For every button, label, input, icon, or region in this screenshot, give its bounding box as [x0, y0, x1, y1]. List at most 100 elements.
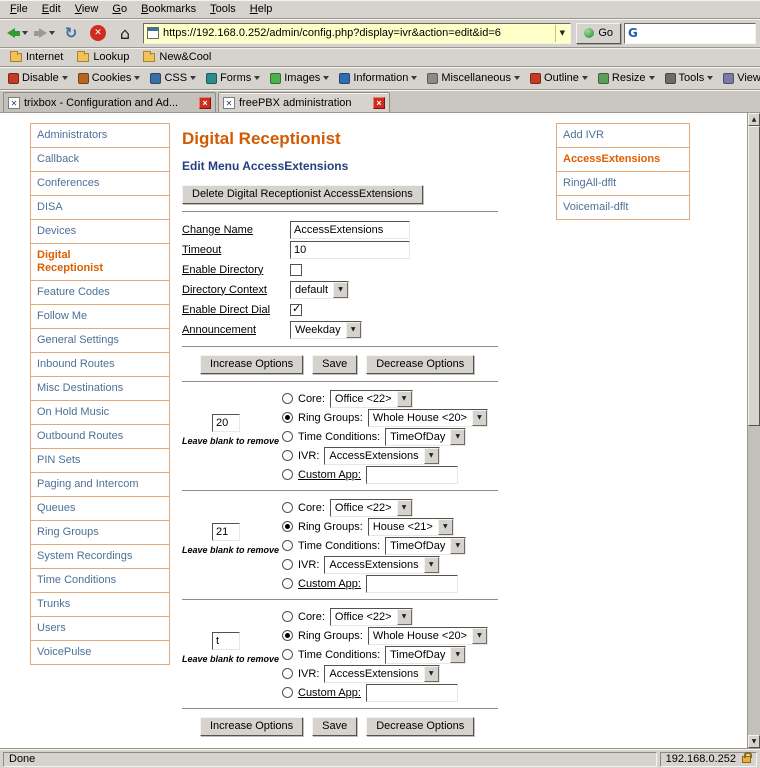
menu-tools[interactable]: Tools: [203, 1, 243, 18]
sidebar-item-follow-me[interactable]: Follow Me: [30, 304, 170, 329]
directory-context-select[interactable]: default ▼: [290, 281, 349, 299]
sidebar-item-paging-and-intercom[interactable]: Paging and Intercom: [30, 472, 170, 497]
option-select-ring-groups[interactable]: House <21>▼: [368, 518, 454, 536]
digit-input[interactable]: [212, 414, 240, 432]
decrease-options-button[interactable]: Decrease Options: [366, 355, 474, 374]
ivr-nav-item-add-ivr[interactable]: Add IVR: [556, 123, 690, 148]
scroll-down-icon[interactable]: ▼: [748, 735, 760, 748]
scrollbar-thumb[interactable]: [748, 126, 760, 426]
sidebar-item-users[interactable]: Users: [30, 616, 170, 641]
ivr-nav-item-ringall-dflt[interactable]: RingAll-dflt: [556, 171, 690, 196]
option-radio[interactable]: [282, 431, 293, 442]
tab-trixbox-configuration-an[interactable]: ✕trixbox - Configuration and Ad...×: [3, 92, 216, 112]
option-radio[interactable]: [282, 393, 293, 404]
menu-file[interactable]: File: [3, 1, 35, 18]
go-button[interactable]: Go: [576, 23, 621, 44]
digit-input[interactable]: [212, 523, 240, 541]
back-button[interactable]: [4, 22, 30, 45]
option-select-ring-groups[interactable]: Whole House <20>▼: [368, 409, 488, 427]
enable-directory-checkbox[interactable]: [290, 264, 302, 276]
custom-app-input[interactable]: [366, 575, 458, 593]
sidebar-item-pin-sets[interactable]: PIN Sets: [30, 448, 170, 473]
vertical-scrollbar[interactable]: ▲ ▼: [747, 113, 760, 748]
sidebar-item-voicepulse[interactable]: VoicePulse: [30, 640, 170, 665]
decrease-options-button[interactable]: Decrease Options: [366, 717, 474, 736]
menu-bookmarks[interactable]: Bookmarks: [134, 1, 203, 18]
tab-close-icon[interactable]: ×: [199, 97, 211, 109]
digit-input[interactable]: [212, 632, 240, 650]
option-radio[interactable]: [282, 611, 293, 622]
webdev-cookies[interactable]: Cookies: [73, 69, 146, 87]
sidebar-item-administrators[interactable]: Administrators: [30, 123, 170, 148]
webdev-css[interactable]: CSS: [145, 69, 201, 87]
option-select-core[interactable]: Office <22>▼: [330, 390, 413, 408]
option-radio[interactable]: [282, 412, 293, 423]
option-select-time-conditions[interactable]: TimeOfDay▼: [385, 428, 466, 446]
webdev-view-source[interactable]: View Source: [718, 69, 760, 87]
change-name-input[interactable]: [290, 221, 410, 239]
option-select-ivr[interactable]: AccessExtensions▼: [324, 556, 439, 574]
menu-edit[interactable]: Edit: [35, 1, 68, 18]
sidebar-item-callback[interactable]: Callback: [30, 147, 170, 172]
webdev-information[interactable]: Information: [334, 69, 422, 87]
sidebar-item-misc-destinations[interactable]: Misc Destinations: [30, 376, 170, 401]
option-radio[interactable]: [282, 450, 293, 461]
sidebar-item-digital-receptionist[interactable]: Digital Receptionist: [30, 243, 170, 281]
sidebar-item-inbound-routes[interactable]: Inbound Routes: [30, 352, 170, 377]
stop-button[interactable]: ✕: [85, 22, 111, 45]
url-text[interactable]: https://192.168.0.252/admin/config.php?d…: [163, 27, 551, 39]
webdev-outline[interactable]: Outline: [525, 69, 593, 87]
option-radio[interactable]: [282, 630, 293, 641]
option-select-ring-groups[interactable]: Whole House <20>▼: [368, 627, 488, 645]
option-select-ivr[interactable]: AccessExtensions▼: [324, 665, 439, 683]
option-radio[interactable]: [282, 502, 293, 513]
ivr-nav-item-voicemail-dflt[interactable]: Voicemail-dflt: [556, 195, 690, 220]
ivr-nav-item-accessextensions[interactable]: AccessExtensions: [556, 147, 690, 172]
delete-ivr-button[interactable]: Delete Digital Receptionist AccessExtens…: [182, 185, 423, 204]
option-radio[interactable]: [282, 578, 293, 589]
sidebar-item-system-recordings[interactable]: System Recordings: [30, 544, 170, 569]
option-radio[interactable]: [282, 521, 293, 532]
option-radio[interactable]: [282, 687, 293, 698]
option-radio[interactable]: [282, 649, 293, 660]
forward-button[interactable]: [31, 22, 57, 45]
bookmark-lookup[interactable]: Lookup: [71, 49, 135, 65]
sidebar-item-general-settings[interactable]: General Settings: [30, 328, 170, 353]
menu-view[interactable]: View: [68, 1, 106, 18]
webdev-forms[interactable]: Forms: [201, 69, 265, 87]
webdev-disable[interactable]: Disable: [3, 69, 73, 87]
sidebar-item-on-hold-music[interactable]: On Hold Music: [30, 400, 170, 425]
url-dropdown-icon[interactable]: ▼: [555, 25, 568, 42]
option-select-time-conditions[interactable]: TimeOfDay▼: [385, 537, 466, 555]
option-select-time-conditions[interactable]: TimeOfDay▼: [385, 646, 466, 664]
tab-close-icon[interactable]: ×: [373, 97, 385, 109]
announcement-select[interactable]: Weekday ▼: [290, 321, 362, 339]
url-bar[interactable]: https://192.168.0.252/admin/config.php?d…: [143, 23, 571, 44]
increase-options-button[interactable]: Increase Options: [200, 355, 303, 374]
webdev-miscellaneous[interactable]: Miscellaneous: [422, 69, 525, 87]
sidebar-item-feature-codes[interactable]: Feature Codes: [30, 280, 170, 305]
option-select-ivr[interactable]: AccessExtensions▼: [324, 447, 439, 465]
search-input[interactable]: [641, 27, 752, 39]
sidebar-item-disa[interactable]: DISA: [30, 195, 170, 220]
option-radio[interactable]: [282, 668, 293, 679]
scroll-up-icon[interactable]: ▲: [748, 113, 760, 126]
home-button[interactable]: ⌂: [112, 22, 138, 45]
save-button[interactable]: Save: [312, 355, 357, 374]
custom-app-input[interactable]: [366, 684, 458, 702]
sidebar-item-devices[interactable]: Devices: [30, 219, 170, 244]
save-button[interactable]: Save: [312, 717, 357, 736]
sidebar-item-outbound-routes[interactable]: Outbound Routes: [30, 424, 170, 449]
search-box[interactable]: G: [624, 23, 756, 44]
webdev-images[interactable]: Images: [265, 69, 334, 87]
increase-options-button[interactable]: Increase Options: [200, 717, 303, 736]
enable-direct-dial-checkbox[interactable]: [290, 304, 302, 316]
option-select-core[interactable]: Office <22>▼: [330, 499, 413, 517]
sidebar-item-ring-groups[interactable]: Ring Groups: [30, 520, 170, 545]
option-radio[interactable]: [282, 540, 293, 551]
tab-freepbx-administration[interactable]: ✕freePBX administration×: [218, 92, 390, 112]
timeout-input[interactable]: [290, 241, 410, 259]
sidebar-item-queues[interactable]: Queues: [30, 496, 170, 521]
menu-help[interactable]: Help: [243, 1, 280, 18]
sidebar-item-time-conditions[interactable]: Time Conditions: [30, 568, 170, 593]
